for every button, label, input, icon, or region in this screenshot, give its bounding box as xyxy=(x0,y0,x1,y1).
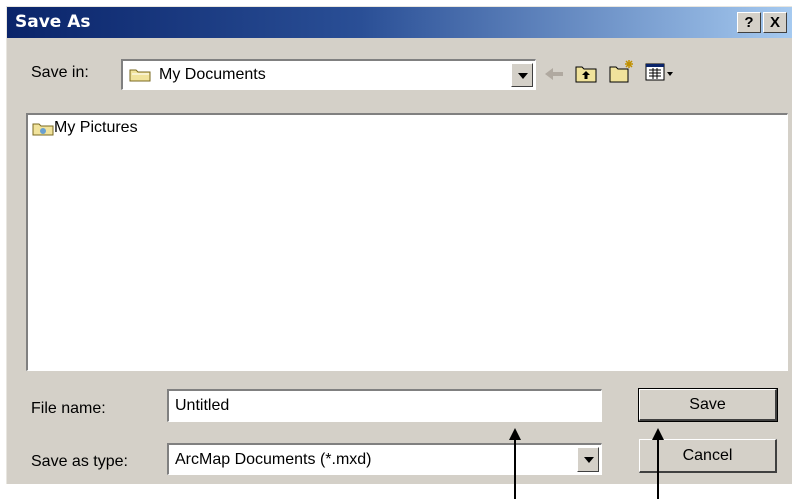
list-item-label: My Pictures xyxy=(54,119,138,136)
new-folder-icon[interactable] xyxy=(609,59,635,83)
close-button[interactable]: X xyxy=(763,12,787,33)
save-as-type-value: ArcMap Documents (*.mxd) xyxy=(175,451,372,468)
chevron-down-icon[interactable] xyxy=(577,447,599,472)
back-arrow-icon[interactable] xyxy=(543,65,565,83)
up-one-level-icon[interactable] xyxy=(575,63,597,83)
file-name-label: File name: xyxy=(31,400,106,417)
save-in-label: Save in: xyxy=(31,64,89,81)
save-button[interactable]: Save xyxy=(638,388,778,422)
save-in-value: My Documents xyxy=(159,66,266,83)
window-title: Save As xyxy=(15,12,91,32)
annotation-arrow-line xyxy=(514,439,516,499)
annotation-arrow-head xyxy=(652,428,664,440)
save-as-type-select[interactable]: ArcMap Documents (*.mxd) xyxy=(167,443,602,475)
save-as-type-label: Save as type: xyxy=(31,453,128,470)
file-name-input[interactable]: Untitled xyxy=(167,389,602,422)
view-menu-icon[interactable] xyxy=(645,63,675,83)
save-as-dialog: Save As ? X Save in: My Documents My Pic… xyxy=(6,6,792,499)
folder-icon xyxy=(32,123,54,136)
save-in-combobox[interactable]: My Documents xyxy=(121,59,536,90)
chevron-down-icon[interactable] xyxy=(511,63,533,87)
file-list[interactable]: My Pictures xyxy=(26,113,788,371)
help-button[interactable]: ? xyxy=(737,12,761,33)
title-bar[interactable]: Save As ? X xyxy=(7,7,792,38)
annotation-arrow-line xyxy=(657,439,659,499)
folder-icon xyxy=(129,69,151,82)
file-name-value: Untitled xyxy=(175,397,230,414)
annotation-arrow-head xyxy=(509,428,521,440)
cancel-button[interactable]: Cancel xyxy=(639,439,777,473)
